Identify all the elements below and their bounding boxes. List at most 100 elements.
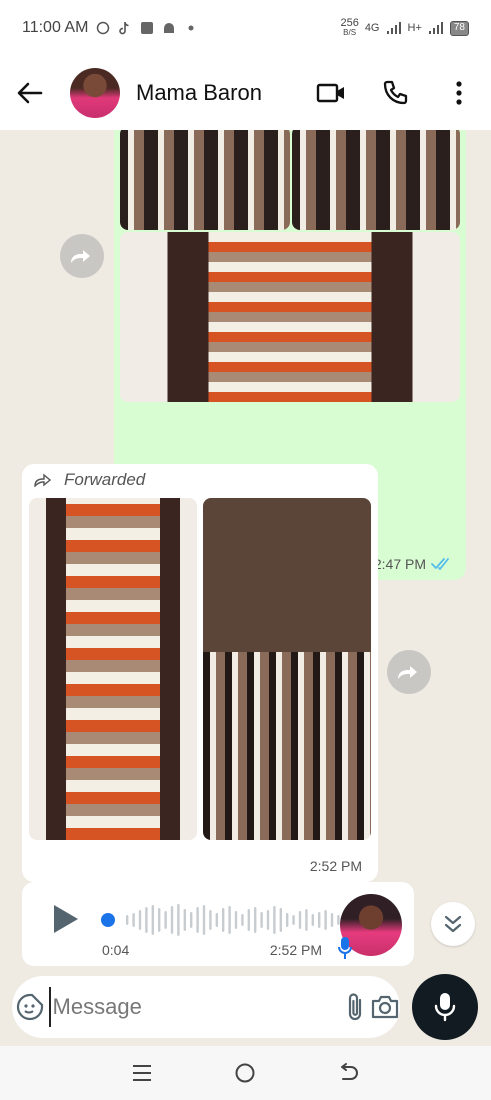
net-speed-unit: B/S	[343, 28, 357, 37]
message-composer	[12, 976, 400, 1038]
net-speed-value: 256	[340, 17, 359, 29]
waveform-bar	[170, 906, 174, 934]
voice-record-button[interactable]	[412, 974, 478, 1040]
net-speed: 256 B/S	[340, 17, 359, 38]
camera-button[interactable]	[370, 976, 400, 1038]
outfit-photo-2[interactable]	[292, 130, 460, 230]
signal-icon	[386, 22, 401, 34]
scroll-to-bottom-button[interactable]	[431, 902, 475, 946]
waveform-bar	[318, 912, 321, 928]
waveform-bar	[298, 911, 302, 929]
avatar[interactable]	[70, 68, 120, 118]
voice-mic-icon	[338, 937, 352, 959]
waveform-bar	[158, 908, 161, 932]
voice-note-message[interactable]: 0:04 2:52 PM	[22, 882, 414, 966]
forwarded-text: Forwarded	[64, 470, 146, 489]
voice-call-button[interactable]	[363, 56, 427, 130]
status-right: 256 B/S 4G H+ 78	[340, 17, 469, 38]
waveform-bar	[132, 913, 135, 927]
waveform-bar	[260, 912, 263, 928]
status-time: 11:00 AM	[22, 19, 89, 36]
waveform-bar	[247, 909, 250, 931]
whatsapp-icon	[96, 21, 110, 35]
outfit-photo-1[interactable]	[120, 130, 290, 230]
waveform-bar	[273, 906, 276, 934]
waveform-bar	[279, 908, 282, 932]
waveform-bar	[196, 907, 199, 933]
contact-name[interactable]: Mama Baron	[136, 80, 299, 106]
waveform-bar	[241, 914, 244, 926]
waveform-bar	[126, 915, 129, 925]
waveform-bar	[292, 915, 295, 925]
sticker-icon	[17, 993, 44, 1021]
back-button[interactable]	[0, 56, 60, 130]
emoji-button[interactable]	[12, 976, 49, 1038]
play-button[interactable]	[50, 902, 82, 936]
waveform-bar	[151, 905, 154, 935]
waveform-bar	[228, 906, 231, 934]
play-icon	[54, 905, 78, 933]
forward-button[interactable]	[60, 234, 104, 278]
message-time: 2:52 PM	[309, 858, 362, 874]
square-icon	[140, 21, 154, 35]
forwarded-label: Forwarded	[34, 470, 145, 490]
more-options-button[interactable]	[427, 56, 491, 130]
waveform-bar	[202, 905, 206, 935]
status-bar: 11:00 AM 256 B/S 4G H+ 78	[0, 0, 491, 56]
recent-apps-button[interactable]	[122, 1053, 162, 1093]
paperclip-icon	[349, 993, 362, 1021]
waveform-bar	[324, 910, 327, 930]
waveform-bar	[311, 914, 314, 926]
waveform-bar	[177, 904, 180, 936]
incoming-image-message[interactable]: Forwarded 2:52 PM	[22, 464, 378, 882]
video-call-icon	[316, 83, 344, 103]
home-circle-icon	[235, 1063, 255, 1083]
chat-area[interactable]: 2:47 PM Forwarded 2:52 PM 0:04 2:52 PM	[0, 130, 491, 1045]
forward-icon	[71, 250, 90, 263]
menu-icon	[132, 1065, 151, 1081]
status-left: 11:00 AM	[22, 19, 198, 37]
waveform-bar	[138, 910, 142, 930]
waveform-bar	[190, 912, 193, 928]
forwarded-icon	[34, 473, 52, 487]
back-nav-button[interactable]	[329, 1053, 369, 1093]
android-icon	[162, 21, 176, 35]
home-button[interactable]	[225, 1053, 265, 1093]
network-1-label: 4G	[364, 22, 380, 34]
microphone-icon	[434, 993, 456, 1022]
voice-waveform[interactable]	[100, 900, 344, 940]
attach-button[interactable]	[341, 976, 370, 1038]
system-nav-bar	[0, 1046, 491, 1100]
forward-icon	[398, 666, 417, 679]
tiktok-icon	[118, 21, 132, 35]
voice-duration: 0:04	[102, 942, 130, 958]
voice-time: 2:52 PM	[269, 942, 322, 958]
outfit-photo-3[interactable]	[120, 232, 460, 402]
message-time: 2:47 PM	[373, 556, 426, 572]
back-nav-icon	[341, 1063, 359, 1080]
phone-icon	[383, 80, 408, 105]
forward-button-2[interactable]	[387, 650, 431, 694]
waveform-bar	[183, 909, 186, 931]
signal-icon-2	[428, 22, 443, 34]
message-input[interactable]	[48, 987, 341, 1027]
more-icon	[456, 81, 462, 105]
playhead-dot	[101, 913, 115, 927]
outfit-photo-4[interactable]	[29, 498, 197, 840]
back-arrow-icon	[17, 82, 43, 104]
waveform-bar	[234, 911, 238, 929]
waveform-bar	[330, 913, 334, 927]
dot-icon	[184, 21, 198, 35]
chat-header: Mama Baron	[0, 56, 491, 130]
waveform-bar	[305, 909, 308, 931]
waveform-bar	[254, 907, 257, 933]
waveform-bar	[215, 913, 218, 927]
waveform-bar	[164, 911, 167, 929]
waveform-bar	[286, 913, 289, 927]
video-call-button[interactable]	[299, 56, 363, 130]
network-2-label: H+	[407, 22, 422, 34]
outfit-photo-5[interactable]	[203, 498, 371, 840]
battery-icon: 78	[449, 20, 469, 36]
double-chevron-down-icon	[444, 915, 462, 933]
waveform-bar	[145, 907, 148, 933]
